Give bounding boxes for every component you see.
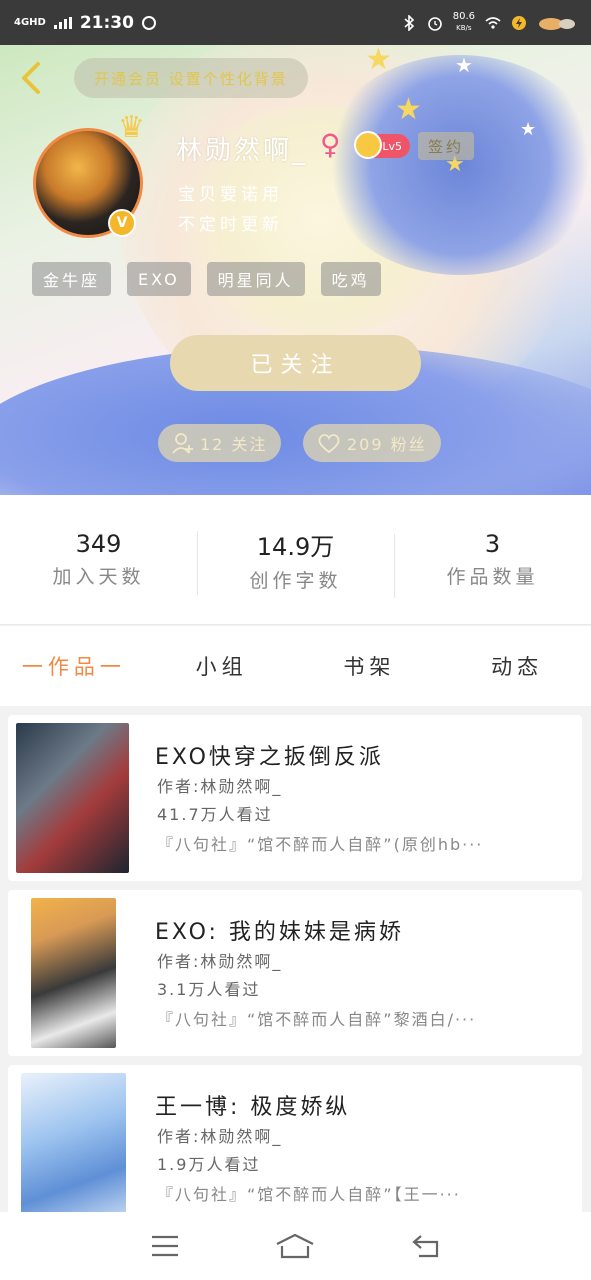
globe-icon: [141, 15, 156, 30]
profile-tabs: 一作品一 小组 书架 动态: [0, 626, 591, 706]
menu-button[interactable]: [145, 1226, 185, 1266]
bio-line-2: 不定时更新: [178, 215, 283, 235]
work-author: 作者:林勋然啊_: [157, 1127, 283, 1146]
work-views: 41.7万人看过: [157, 805, 273, 824]
work-desc: 『八句社』“馆不醉而人自醉”黎酒白/···: [157, 1010, 477, 1029]
book-cover: [16, 723, 129, 873]
back-icon: [412, 1235, 438, 1258]
work-title: EXO快穿之扳倒反派: [155, 745, 384, 770]
vip-background-button[interactable]: 开通会员 设置个性化背景: [74, 58, 308, 98]
tab-bookshelf[interactable]: 书架: [296, 651, 444, 681]
star-decoration: ★: [365, 45, 392, 77]
person-add-icon: [172, 433, 193, 454]
clock: 21:30: [79, 12, 134, 33]
net-speed: 80.6 KB/s: [452, 11, 475, 32]
username: 林勋然啊_: [176, 136, 309, 166]
signal-icon: [53, 16, 72, 29]
tag[interactable]: EXO: [127, 262, 191, 296]
crown-icon: ♛: [118, 110, 145, 145]
back-button[interactable]: [406, 1226, 446, 1266]
following-count: 12 关注: [200, 435, 268, 454]
list-item[interactable]: EXO: 我的妹妹是病娇 作者:林勋然啊_ 3.1万人看过 『八句社』“馆不醉而…: [8, 890, 582, 1056]
wifi-icon: [485, 16, 501, 29]
bio-line-1: 宝贝要诺用: [178, 185, 283, 205]
tag[interactable]: 吃鸡: [320, 262, 381, 296]
battery-icon: [512, 15, 526, 30]
work-desc: 『八句社』“馆不醉而人自醉”(原创hb···: [157, 835, 484, 854]
work-desc: 『八句社』“馆不醉而人自醉”【王一···: [157, 1185, 461, 1204]
alarm-icon: [427, 16, 442, 31]
tag[interactable]: 明星同人: [206, 262, 305, 296]
app-notification-icon: [539, 17, 575, 30]
status-bar: 4GHD 21:30 80.6 KB/s: [0, 0, 591, 45]
system-nav-bar: [0, 1212, 591, 1280]
tab-works[interactable]: 一作品一: [0, 651, 148, 681]
fans-count: 209 粉丝: [347, 435, 427, 454]
fans-button[interactable]: 209 粉丝: [303, 424, 441, 462]
tag-list: 金牛座 EXO 明星同人 吃鸡: [32, 262, 381, 296]
work-author: 作者:林勋然啊_: [157, 777, 283, 796]
list-item[interactable]: 王一博: 极度娇纵 作者:林勋然啊_ 1.9万人看过 『八句社』“馆不醉而人自醉…: [8, 1065, 582, 1212]
network-type: 4GHD: [14, 16, 46, 28]
list-item[interactable]: EXO快穿之扳倒反派 作者:林勋然啊_ 41.7万人看过 『八句社』“馆不醉而人…: [8, 715, 582, 881]
tab-activity[interactable]: 动态: [443, 651, 591, 681]
home-button[interactable]: [275, 1226, 315, 1266]
bluetooth-icon: [404, 14, 414, 31]
work-author: 作者:林勋然啊_: [157, 952, 283, 971]
profile-stats: 349 加入天数 14.9万 创作字数 3 作品数量: [0, 495, 591, 625]
following-button[interactable]: 12 关注: [158, 424, 282, 462]
stat-days: 349 加入天数: [52, 530, 145, 588]
heart-icon: [318, 434, 340, 454]
female-icon: ♀: [320, 128, 341, 161]
works-list: EXO快穿之扳倒反派 作者:林勋然啊_ 41.7万人看过 『八句社』“馆不醉而人…: [0, 706, 591, 1212]
menu-icon: [152, 1235, 179, 1257]
stat-works: 3 作品数量: [394, 530, 591, 598]
work-views: 3.1万人看过: [157, 980, 261, 999]
follow-button[interactable]: 已关注: [170, 335, 421, 391]
star-decoration: ★: [395, 92, 422, 127]
level-crown-icon: [354, 131, 382, 159]
tag[interactable]: 金牛座: [32, 262, 112, 296]
book-cover: [31, 898, 116, 1048]
work-title: EXO: 我的妹妹是病娇: [155, 920, 404, 945]
star-decoration: ★: [455, 53, 473, 77]
star-decoration: ★: [520, 119, 537, 140]
level-badge: Lv5: [354, 131, 410, 159]
work-views: 1.9万人看过: [157, 1155, 261, 1174]
book-cover: [21, 1073, 126, 1212]
work-title: 王一博: 极度娇纵: [155, 1095, 351, 1120]
back-chevron-icon[interactable]: [14, 58, 48, 98]
stat-words: 14.9万 创作字数: [197, 527, 394, 595]
home-icon: [276, 1233, 314, 1259]
signed-badge: 签约: [418, 132, 475, 160]
verified-badge: V: [108, 209, 136, 237]
tab-groups[interactable]: 小组: [148, 651, 296, 681]
